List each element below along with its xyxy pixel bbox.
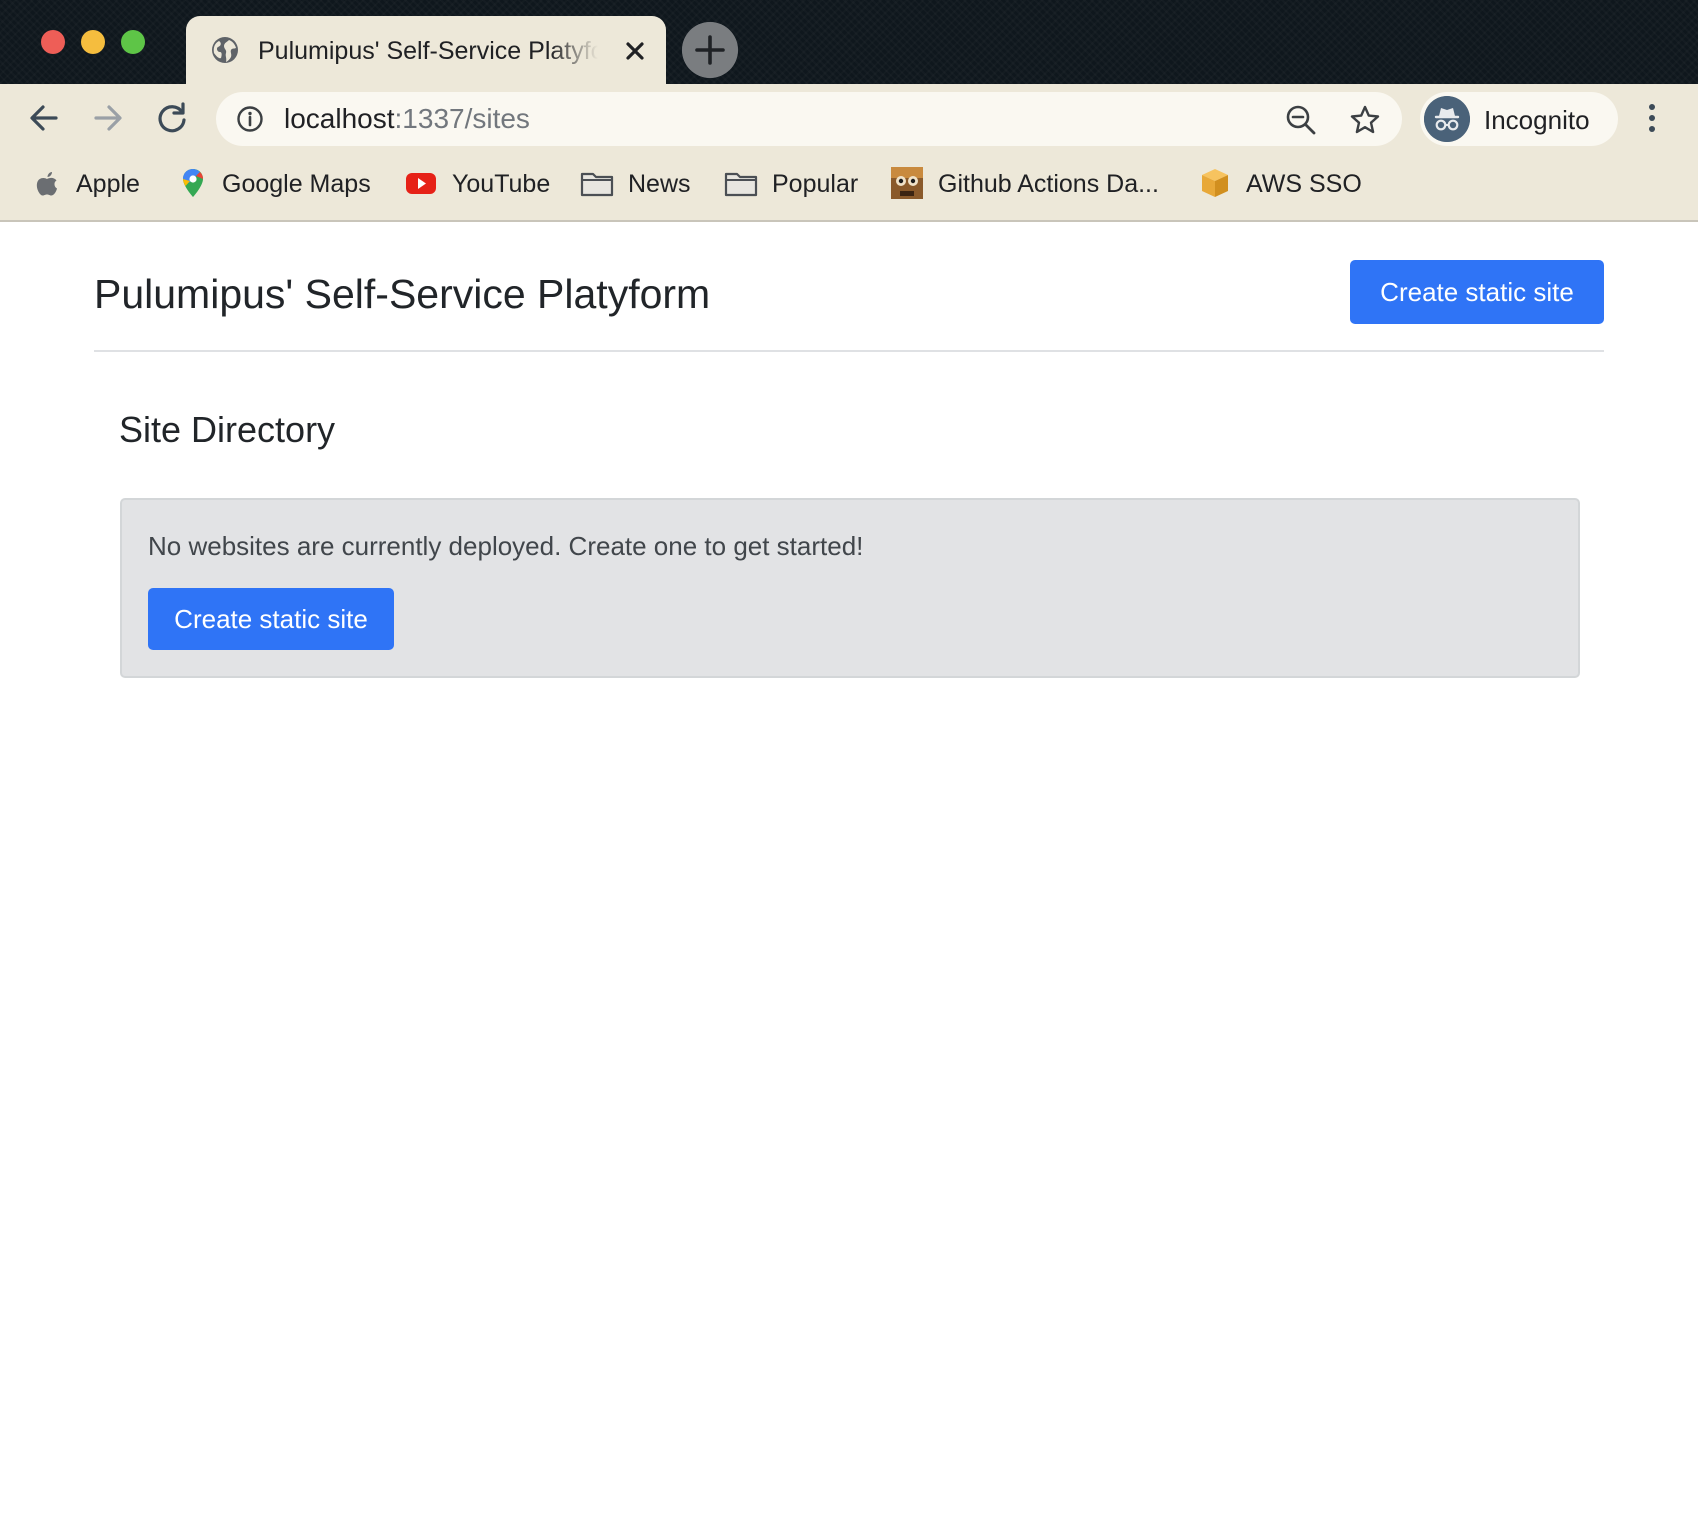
maximize-window-button[interactable] bbox=[121, 30, 145, 54]
bookmark-label: AWS SSO bbox=[1246, 170, 1362, 198]
forward-arrow-icon[interactable] bbox=[88, 98, 128, 138]
youtube-icon bbox=[406, 173, 436, 194]
page-title: Pulumipus' Self-Service Platyform bbox=[94, 271, 711, 317]
create-static-site-button[interactable]: Create static site bbox=[148, 588, 394, 650]
new-tab-button[interactable] bbox=[682, 22, 738, 78]
bookmark-label: Apple bbox=[76, 170, 140, 198]
url-text[interactable]: localhost:1337/sites bbox=[284, 103, 530, 135]
address-bar[interactable]: localhost:1337/sites bbox=[216, 92, 1402, 146]
folder-icon bbox=[724, 172, 758, 197]
tab-title: Pulumipus' Self-Service Platyform bbox=[258, 37, 598, 65]
tab-strip: Pulumipus' Self-Service Platyform bbox=[0, 0, 1698, 84]
bookmark-folder-news[interactable]: News bbox=[580, 152, 696, 212]
create-static-site-header-button[interactable]: Create static site bbox=[1350, 260, 1604, 324]
bookmark-label: Google Maps bbox=[222, 170, 371, 198]
minimize-window-button[interactable] bbox=[81, 30, 105, 54]
browser-window: Pulumipus' Self-Service Platyform localh… bbox=[0, 0, 1698, 1540]
browser-tab-active[interactable]: Pulumipus' Self-Service Platyform bbox=[186, 16, 666, 84]
section-title-site-directory: Site Directory bbox=[119, 409, 336, 450]
site-info-icon[interactable] bbox=[236, 105, 264, 133]
back-arrow-icon[interactable] bbox=[24, 98, 64, 138]
browser-menu-icon[interactable] bbox=[1640, 98, 1664, 138]
github-actions-icon bbox=[891, 167, 923, 199]
empty-state-message: No websites are currently deployed. Crea… bbox=[148, 531, 864, 561]
bookmark-youtube[interactable]: YouTube bbox=[404, 152, 552, 212]
globe-icon bbox=[212, 37, 238, 63]
bookmark-label: Github Actions Da... bbox=[938, 170, 1159, 198]
bookmark-aws-sso[interactable]: AWS SSO bbox=[1198, 152, 1364, 212]
incognito-label: Incognito bbox=[1484, 105, 1590, 135]
header-divider bbox=[94, 350, 1604, 352]
reload-icon[interactable] bbox=[152, 98, 192, 138]
aws-cube-icon bbox=[1202, 169, 1228, 197]
close-tab-icon[interactable] bbox=[620, 36, 650, 66]
page-content: Pulumipus' Self-Service Platyform Create… bbox=[0, 222, 1698, 1540]
browser-toolbar: localhost:1337/sites Incognito bbox=[0, 84, 1698, 152]
bookmark-label: YouTube bbox=[452, 170, 551, 198]
bookmark-github-actions[interactable]: Github Actions Da... bbox=[890, 152, 1166, 212]
apple-icon bbox=[36, 172, 57, 196]
incognito-profile-button[interactable]: Incognito bbox=[1420, 92, 1618, 146]
close-window-button[interactable] bbox=[41, 30, 65, 54]
google-maps-icon bbox=[183, 169, 203, 197]
bookmark-google-maps[interactable]: Google Maps bbox=[176, 152, 376, 212]
folder-icon bbox=[580, 172, 614, 197]
bookmarks-bar: Apple Google Maps YouTube News Popular G… bbox=[0, 152, 1698, 222]
bookmark-label: News bbox=[628, 170, 691, 198]
bookmark-apple[interactable]: Apple bbox=[30, 152, 152, 212]
url-path: :1337/sites bbox=[394, 103, 530, 134]
bookmark-folder-popular[interactable]: Popular bbox=[724, 152, 864, 212]
bookmark-star-icon[interactable] bbox=[1348, 103, 1382, 137]
incognito-icon bbox=[1424, 96, 1470, 142]
zoom-out-icon[interactable] bbox=[1284, 103, 1318, 137]
empty-state-alert: No websites are currently deployed. Crea… bbox=[120, 498, 1580, 678]
bookmark-label: Popular bbox=[772, 170, 859, 198]
url-host: localhost bbox=[284, 103, 395, 134]
